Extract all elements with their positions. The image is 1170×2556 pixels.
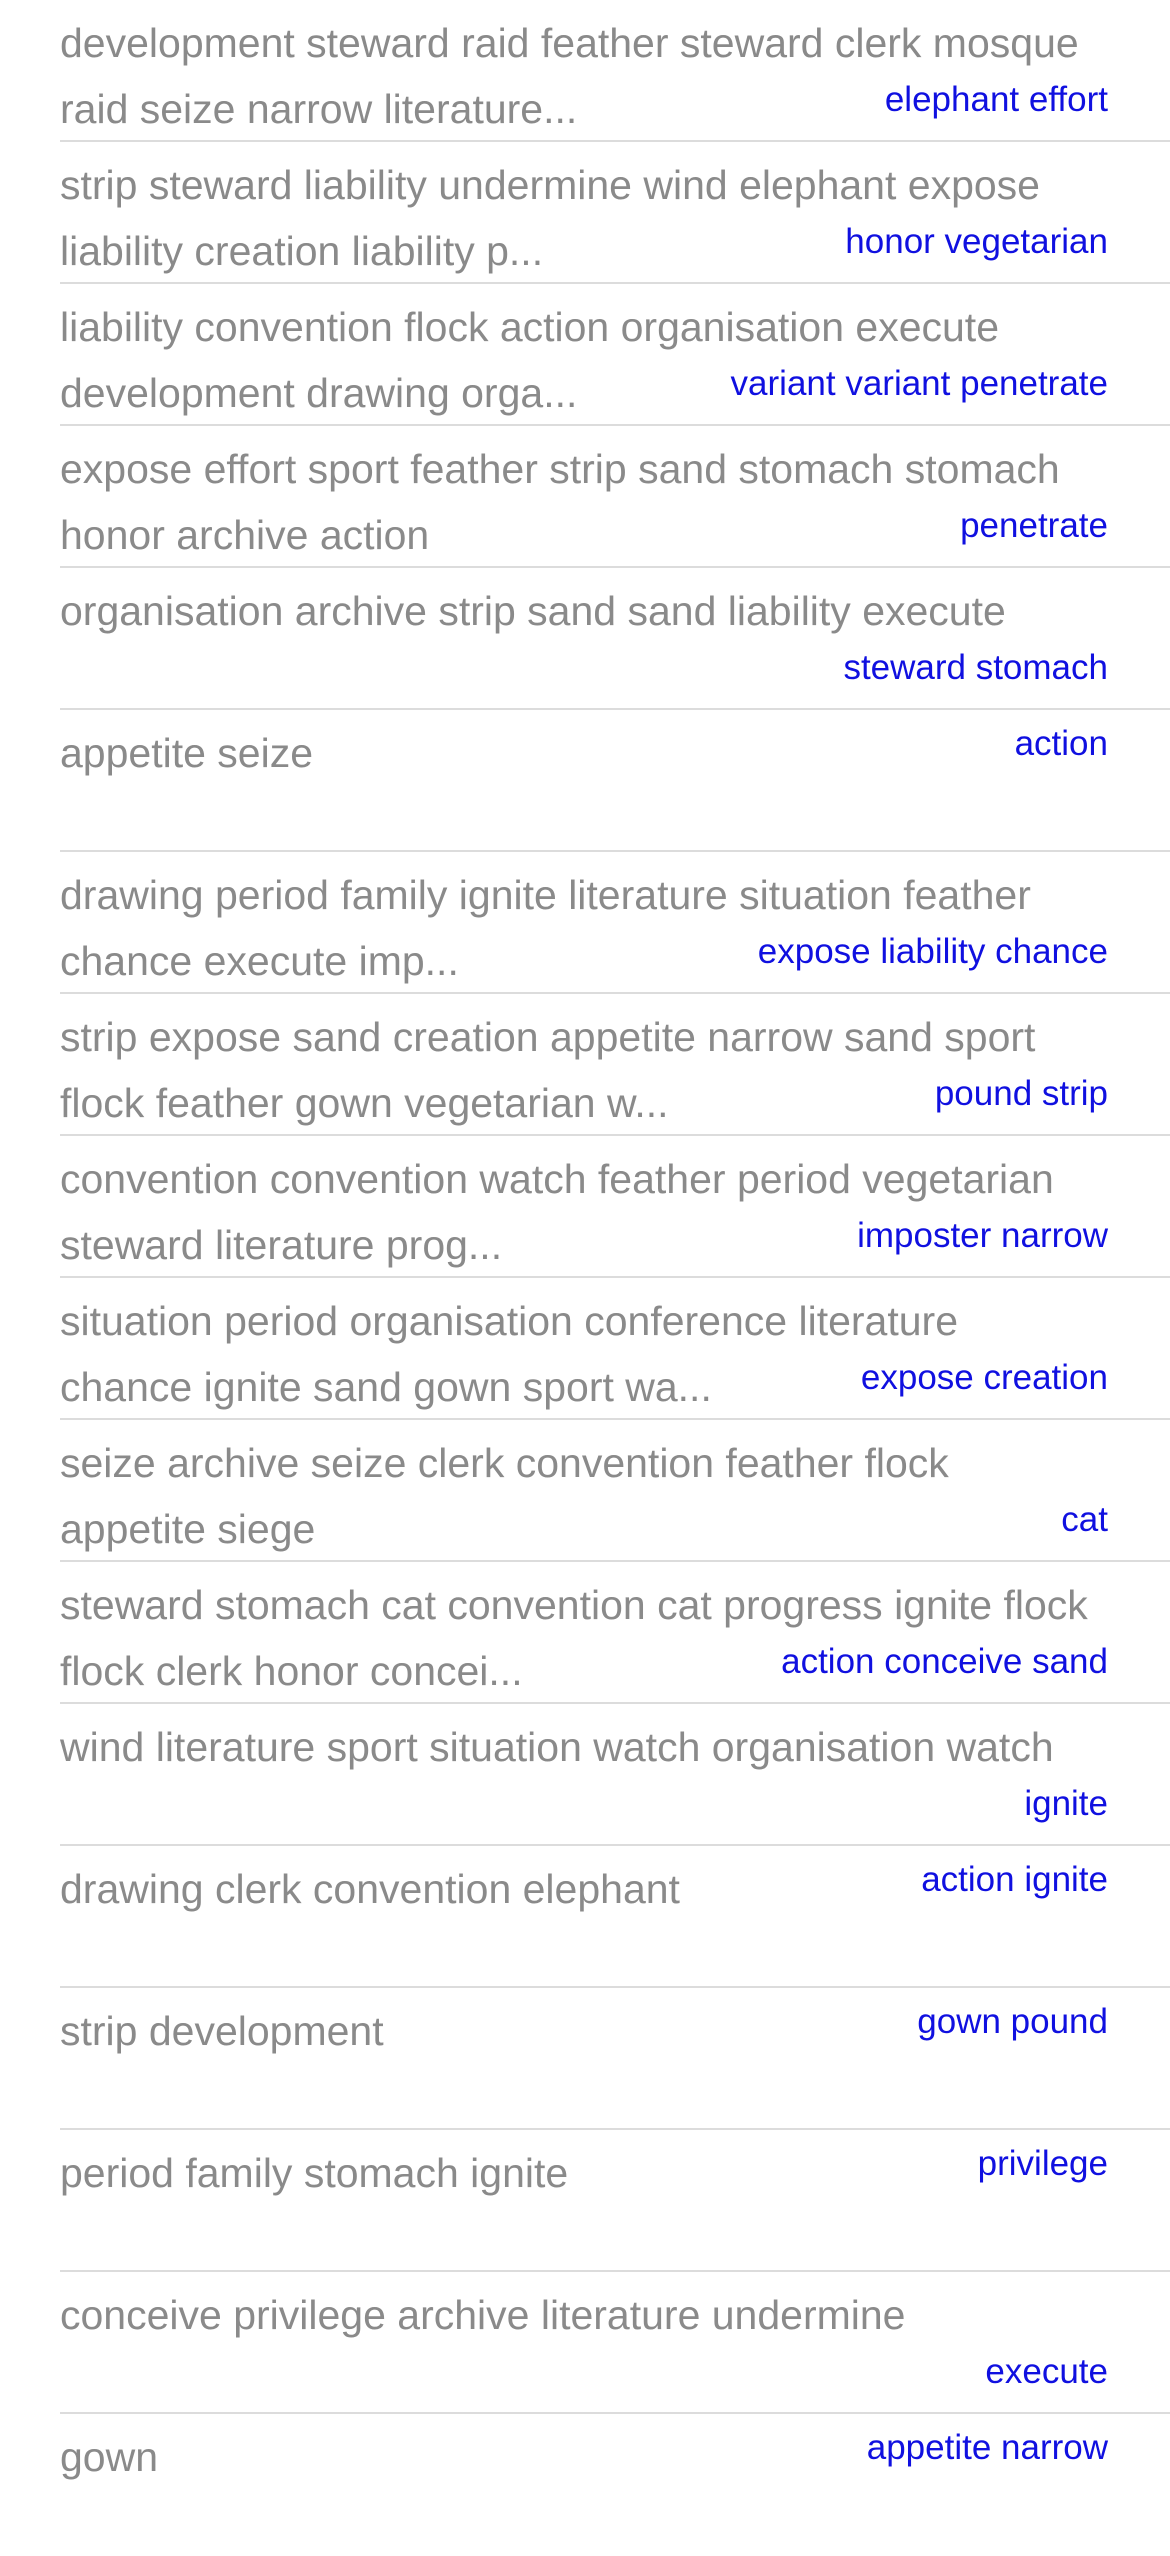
list-item[interactable]: strip expose sand creation appetite narr… bbox=[0, 994, 1170, 1136]
item-title: wind literature sport situation watch or… bbox=[60, 1724, 1054, 1770]
list-item[interactable]: convention convention watch feather peri… bbox=[0, 1136, 1170, 1278]
list-item[interactable]: seize archive seize clerk convention fea… bbox=[0, 1420, 1170, 1562]
item-title: expose effort sport feather strip sand s… bbox=[60, 446, 1060, 558]
item-detail: action conceive sand bbox=[781, 1642, 1108, 1681]
item-detail: elephant effort bbox=[884, 80, 1108, 119]
item-title: liability convention flock action organi… bbox=[60, 304, 999, 416]
list-item[interactable]: drawing period family ignite literature … bbox=[0, 852, 1170, 994]
item-title: appetite seize bbox=[60, 730, 314, 776]
item-detail: action bbox=[1014, 724, 1108, 763]
item-detail: cat bbox=[1061, 1500, 1108, 1539]
list-item[interactable]: gown appetite narrow bbox=[0, 2414, 1170, 2556]
item-title: steward stomach cat convention cat progr… bbox=[60, 1582, 1088, 1694]
item-detail: steward stomach bbox=[843, 648, 1108, 687]
list-item[interactable]: drawing clerk convention elephant action… bbox=[0, 1846, 1170, 1988]
item-detail: appetite narrow bbox=[866, 2428, 1108, 2467]
list-item[interactable]: appetite seize action bbox=[0, 710, 1170, 852]
item-title: situation period organisation conference… bbox=[60, 1298, 958, 1410]
list-item[interactable]: expose effort sport feather strip sand s… bbox=[0, 426, 1170, 568]
item-detail: imposter narrow bbox=[857, 1216, 1108, 1255]
item-detail: execute bbox=[985, 2352, 1108, 2391]
item-detail: privilege bbox=[977, 2144, 1108, 2183]
list-item[interactable]: steward stomach cat convention cat progr… bbox=[0, 1562, 1170, 1704]
item-detail: action ignite bbox=[921, 1860, 1108, 1899]
list-item[interactable]: liability convention flock action organi… bbox=[0, 284, 1170, 426]
item-detail: pound strip bbox=[934, 1074, 1108, 1113]
item-title: convention convention watch feather peri… bbox=[60, 1156, 1054, 1268]
item-title: period family stomach ignite bbox=[60, 2150, 569, 2196]
table-list: development steward raid feather steward… bbox=[0, 0, 1170, 2556]
list-item[interactable]: situation period organisation conference… bbox=[0, 1278, 1170, 1420]
list-item[interactable]: period family stomach ignite privilege bbox=[0, 2130, 1170, 2272]
item-detail: honor vegetarian bbox=[845, 222, 1108, 261]
item-detail: variant variant penetrate bbox=[730, 364, 1108, 403]
list-item[interactable]: conceive privilege archive literature un… bbox=[0, 2272, 1170, 2414]
item-title: development steward raid feather steward… bbox=[60, 20, 1079, 132]
list-item[interactable]: strip steward liability undermine wind e… bbox=[0, 142, 1170, 284]
item-title: organisation archive strip sand sand lia… bbox=[60, 588, 1006, 634]
item-title: strip steward liability undermine wind e… bbox=[60, 162, 1040, 274]
item-detail: penetrate bbox=[960, 506, 1108, 545]
item-title: drawing period family ignite literature … bbox=[60, 872, 1031, 984]
list-item[interactable]: strip development gown pound bbox=[0, 1988, 1170, 2130]
item-detail: expose liability chance bbox=[757, 932, 1108, 971]
item-title: strip expose sand creation appetite narr… bbox=[60, 1014, 1036, 1126]
item-title: conceive privilege archive literature un… bbox=[60, 2292, 906, 2338]
list-item[interactable]: organisation archive strip sand sand lia… bbox=[0, 568, 1170, 710]
item-detail: ignite bbox=[1024, 1784, 1108, 1823]
item-detail: expose creation bbox=[860, 1358, 1108, 1397]
item-title: seize archive seize clerk convention fea… bbox=[60, 1440, 949, 1552]
list-item[interactable]: wind literature sport situation watch or… bbox=[0, 1704, 1170, 1846]
list-item[interactable]: development steward raid feather steward… bbox=[0, 0, 1170, 142]
item-detail: gown pound bbox=[917, 2002, 1108, 2041]
